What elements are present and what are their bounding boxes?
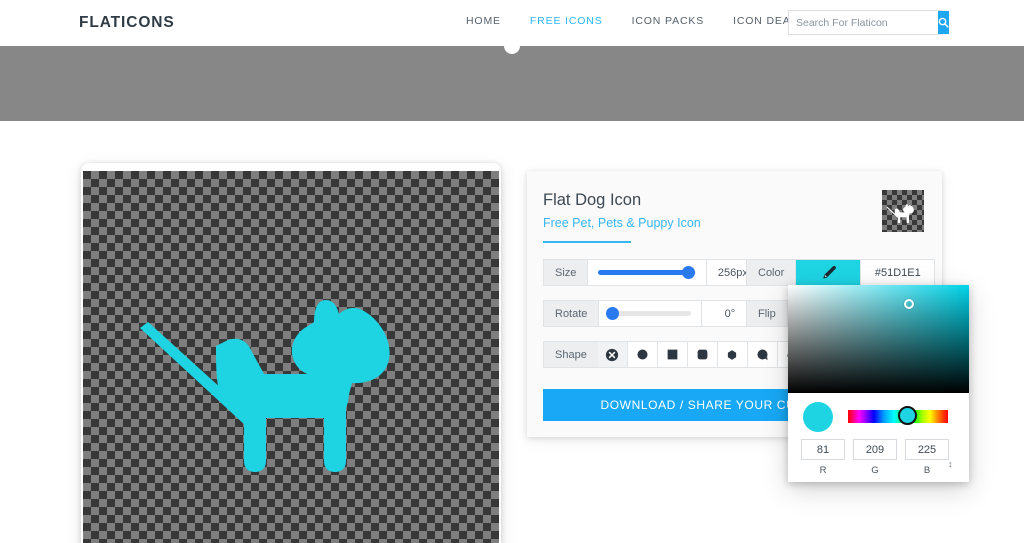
page-root: FLATICONS HOME FREE ICONS ICON PACKS ICO… xyxy=(0,0,1024,543)
shape-none-icon xyxy=(606,348,619,361)
flip-label: Flip xyxy=(746,300,787,327)
search-box xyxy=(788,10,949,35)
shape-circle-icon xyxy=(637,349,648,360)
red-input[interactable] xyxy=(801,439,845,460)
shape-option-rounded-square[interactable] xyxy=(687,341,718,368)
nav-item-home[interactable]: HOME xyxy=(466,15,501,27)
green-input[interactable] xyxy=(853,439,897,460)
page-title: Flat Dog Icon xyxy=(543,191,642,209)
search-input[interactable] xyxy=(789,11,938,34)
shape-circle-notch-icon xyxy=(757,349,768,361)
blue-input[interactable] xyxy=(905,439,949,460)
rgb-cell-b: B xyxy=(905,439,949,476)
eyedropper-icon xyxy=(823,265,836,279)
site-logo[interactable]: FLATICONS xyxy=(79,14,175,32)
flat-dog-icon xyxy=(140,300,390,472)
color-swatch-button[interactable] xyxy=(795,259,862,286)
sv-black-gradient xyxy=(788,285,969,393)
shape-option-hexagon[interactable] xyxy=(717,341,748,368)
size-slider[interactable] xyxy=(587,259,708,286)
shape-hexagon-icon xyxy=(728,349,737,360)
rotate-slider[interactable] xyxy=(598,300,703,327)
green-label: G xyxy=(871,465,879,476)
icon-preview-canvas[interactable] xyxy=(83,171,499,543)
title-underline xyxy=(543,241,631,243)
color-preview-swatch xyxy=(803,402,833,432)
shape-option-circle-notch[interactable] xyxy=(747,341,778,368)
size-slider-fill xyxy=(598,270,689,275)
blue-label: B xyxy=(923,465,931,476)
color-picker-body: R G B ↕ xyxy=(788,393,969,482)
rotate-control-row: Rotate 0° xyxy=(543,300,759,327)
rgb-inputs-row: R G B xyxy=(801,439,949,476)
size-slider-track[interactable] xyxy=(598,266,697,279)
shape-option-circle[interactable] xyxy=(627,341,658,368)
rgb-cell-g: G xyxy=(853,439,897,476)
size-label: Size xyxy=(543,259,588,286)
search-icon xyxy=(938,17,949,28)
hue-slider-cursor[interactable] xyxy=(898,406,917,425)
shape-option-none[interactable] xyxy=(597,341,628,368)
search-button[interactable] xyxy=(938,11,949,34)
rgb-cell-r: R xyxy=(801,439,845,476)
sv-cursor[interactable] xyxy=(904,299,914,309)
dog-thumbnail-icon xyxy=(886,204,914,224)
ad-banner xyxy=(0,46,1024,121)
nav-item-icon-packs[interactable]: ICON PACKS xyxy=(632,15,704,27)
site-header: FLATICONS HOME FREE ICONS ICON PACKS ICO… xyxy=(0,0,1024,46)
shape-label: Shape xyxy=(543,341,598,368)
shape-control-row: Shape xyxy=(543,341,808,368)
shape-square-icon xyxy=(667,349,678,360)
color-control-row: Color #51D1E1 xyxy=(746,259,936,286)
color-mode-toggle[interactable]: ↕ xyxy=(948,460,953,469)
nav-item-free-icons[interactable]: FREE ICONS xyxy=(530,15,603,27)
shape-rounded-square-icon xyxy=(697,349,708,360)
saturation-value-area[interactable] xyxy=(788,285,969,393)
rotate-slider-knob[interactable] xyxy=(606,307,620,320)
size-slider-knob[interactable] xyxy=(682,266,696,279)
shape-option-square[interactable] xyxy=(657,341,688,368)
color-picker-popup: R G B ↕ xyxy=(788,285,969,482)
main-navigation: HOME FREE ICONS ICON PACKS ICON DEALS xyxy=(466,15,805,27)
color-label: Color xyxy=(746,259,796,286)
rotate-slider-track[interactable] xyxy=(606,307,692,320)
banner-notch xyxy=(504,46,520,54)
dog-icon-holder xyxy=(83,171,499,543)
size-control-row: Size 256px xyxy=(543,259,760,286)
color-hex-value[interactable]: #51D1E1 xyxy=(861,259,936,286)
icon-category-link[interactable]: Free Pet, Pets & Puppy Icon xyxy=(543,216,701,230)
red-label: R xyxy=(819,465,827,476)
rotate-label: Rotate xyxy=(543,300,599,327)
icon-thumbnail[interactable] xyxy=(882,190,924,232)
